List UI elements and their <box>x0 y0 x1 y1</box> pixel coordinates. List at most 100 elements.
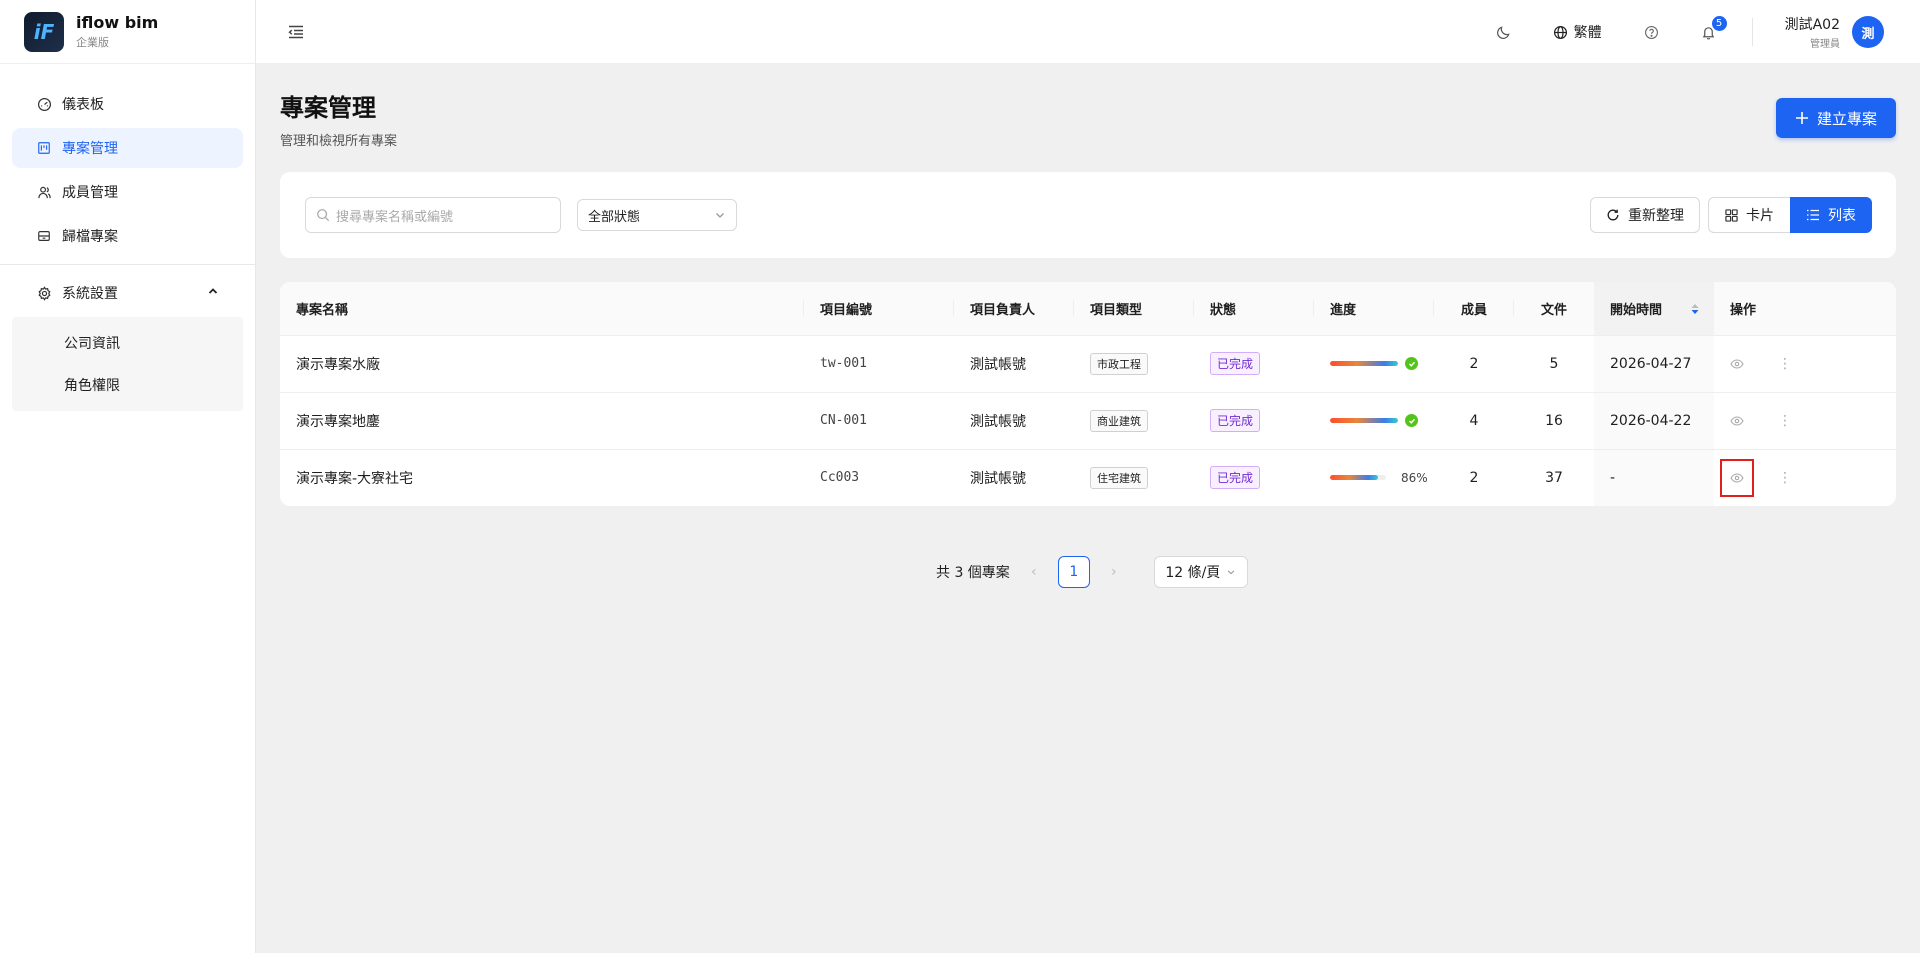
table-header-row: 專案名稱 項目編號 項目負責人 項目類型 狀態 進度 成員 文件 開始時間 操作 <box>280 282 1896 336</box>
chevron-up-icon[interactable] <box>207 285 219 301</box>
cell-project-code: CN-001 <box>804 392 954 450</box>
globe-icon <box>1553 25 1567 39</box>
sidebar-subitem-role-permissions[interactable]: 角色權限 <box>12 365 243 405</box>
cell-owner: 測試帳號 <box>954 335 1074 393</box>
gear-icon <box>36 285 52 301</box>
col-header-status: 狀態 <box>1194 282 1314 336</box>
next-page-icon[interactable]: › <box>1098 564 1130 580</box>
check-circle-icon <box>1405 414 1418 427</box>
prev-page-icon[interactable]: ‹ <box>1018 564 1050 580</box>
archive-icon <box>36 228 52 244</box>
search-icon <box>317 209 330 222</box>
cell-start-time: - <box>1594 449 1714 506</box>
cell-project-name[interactable]: 演示專案水廠 <box>280 335 804 393</box>
sidebar-subitem-company-info[interactable]: 公司資訊 <box>12 323 243 363</box>
notification-bell[interactable]: 5 <box>1701 15 1727 40</box>
cell-project-name[interactable]: 演示專案-大寮社宅 <box>280 449 804 506</box>
cell-files: 37 <box>1545 469 1563 486</box>
refresh-icon <box>1607 209 1619 221</box>
cell-members: 2 <box>1469 469 1479 486</box>
total-count: 共 3 個專案 <box>936 565 1010 581</box>
header-divider <box>1751 18 1753 46</box>
status-badge: 已完成 <box>1210 409 1261 432</box>
status-badge: 已完成 <box>1210 352 1261 375</box>
language-switch[interactable]: 繁體 <box>1553 22 1602 42</box>
top-header: 繁體 5 測試A02 管理員 測 <box>256 0 1920 64</box>
page-size-select[interactable]: 12 條/頁 <box>1153 556 1248 588</box>
page-size-value: 12 條/頁 <box>1165 565 1221 581</box>
dashboard-icon <box>36 96 52 112</box>
settings-submenu: 公司資訊 角色權限 <box>12 317 243 411</box>
user-role: 管理員 <box>1810 39 1840 50</box>
members-icon <box>36 184 52 200</box>
col-header-actions: 操作 <box>1714 282 1896 336</box>
project-icon <box>36 140 52 156</box>
sidebar-item-archive[interactable]: 歸檔專案 <box>12 216 243 256</box>
list-view-button[interactable]: 列表 <box>1790 197 1872 233</box>
cell-project-code: Cc003 <box>820 470 860 486</box>
sidebar-nav: 儀表板 專案管理 成員管理 歸檔專案 系統設置 公司資訊 角色權限 <box>0 64 255 411</box>
table-row: 演示專案地鏖 CN-001 測試帳號 商业建筑 已完成 4 16 2026-04… <box>280 392 1896 450</box>
sidebar-item-settings[interactable]: 系統設置 <box>12 273 243 313</box>
page-number[interactable]: 1 <box>1057 556 1090 588</box>
progress-bar <box>1330 357 1434 370</box>
status-select[interactable]: 全部狀態 <box>577 199 737 231</box>
progress-percent: 86% <box>1401 470 1428 485</box>
progress-fill <box>1330 361 1398 366</box>
pagination: 共 3 個專案 ‹ 1 › 12 條/頁 <box>936 556 1248 588</box>
col-header-progress: 進度 <box>1314 282 1434 336</box>
type-tag: 商业建筑 <box>1090 409 1148 432</box>
cell-owner: 測試帳號 <box>970 470 1026 487</box>
col-header-start-time[interactable]: 開始時間 <box>1594 282 1714 336</box>
create-project-label: 建立專案 <box>1816 109 1877 128</box>
status-badge: 已完成 <box>1210 466 1261 490</box>
cell-members: 4 <box>1434 392 1514 450</box>
card-view-button[interactable]: 卡片 <box>1708 197 1790 233</box>
col-header-owner: 項目負責人 <box>954 282 1074 336</box>
avatar[interactable]: 測 <box>1852 16 1884 48</box>
search-placeholder: 搜尋專案名稱或編號 <box>336 209 454 225</box>
brand: iF iflow bim 企業版 <box>0 0 255 64</box>
more-vertical-icon[interactable]: ⋮ <box>1778 414 1792 428</box>
refresh-button[interactable]: 重新整理 <box>1590 197 1700 233</box>
status-select-value: 全部狀態 <box>588 209 641 225</box>
list-view-label: 列表 <box>1828 208 1856 224</box>
view-eye-icon[interactable] <box>1720 402 1754 440</box>
app-edition: 企業版 <box>76 36 109 49</box>
list-icon <box>1807 209 1819 221</box>
search-input[interactable]: 搜尋專案名稱或編號 <box>305 197 561 233</box>
col-header-start-label: 開始時間 <box>1610 302 1663 318</box>
help-icon[interactable] <box>1644 25 1659 40</box>
progress-bar: 86% <box>1330 471 1434 485</box>
cell-start-time: 2026-04-22 <box>1594 392 1714 450</box>
language-label: 繁體 <box>1573 25 1602 41</box>
card-view-label: 卡片 <box>1746 208 1774 224</box>
create-project-button[interactable]: 建立專案 <box>1776 98 1896 138</box>
sidebar-item-members[interactable]: 成員管理 <box>12 172 243 212</box>
type-tag: 住宅建筑 <box>1090 466 1148 489</box>
collapse-sidebar-button[interactable] <box>286 22 306 42</box>
col-header-name: 專案名稱 <box>280 282 804 336</box>
cell-project-name[interactable]: 演示專案地鏖 <box>280 392 804 450</box>
more-vertical-icon[interactable]: ⋮ <box>1778 471 1792 485</box>
page-subtitle: 管理和檢視所有專案 <box>280 134 398 149</box>
sidebar-item-dashboard[interactable]: 儀表板 <box>12 84 243 124</box>
more-vertical-icon[interactable]: ⋮ <box>1778 357 1792 371</box>
user-info[interactable]: 測試A02 管理員 <box>1785 14 1840 50</box>
sort-icon <box>1691 304 1699 314</box>
view-eye-icon[interactable] <box>1720 345 1754 383</box>
sidebar: iF iflow bim 企業版 儀表板 專案管理 成員管理 歸檔專案 系統設置… <box>0 0 256 953</box>
app-name: iflow bim <box>76 13 159 32</box>
view-eye-icon[interactable] <box>1720 458 1754 497</box>
chevron-down-icon <box>1227 570 1235 575</box>
nav-divider <box>0 264 255 265</box>
user-name: 測試A02 <box>1784 17 1840 33</box>
projects-table: 專案名稱 項目編號 項目負責人 項目類型 狀態 進度 成員 文件 開始時間 操作… <box>280 282 1896 506</box>
page-title: 專案管理 <box>280 94 376 122</box>
dark-mode-icon[interactable] <box>1496 25 1511 40</box>
sidebar-item-projects[interactable]: 專案管理 <box>12 128 243 168</box>
chevron-down-icon <box>716 213 724 218</box>
menu-fold-icon <box>288 25 303 38</box>
sidebar-item-label: 專案管理 <box>62 141 118 157</box>
filter-bar: 搜尋專案名稱或編號 全部狀態 重新整理 卡片 列表 <box>280 172 1896 258</box>
